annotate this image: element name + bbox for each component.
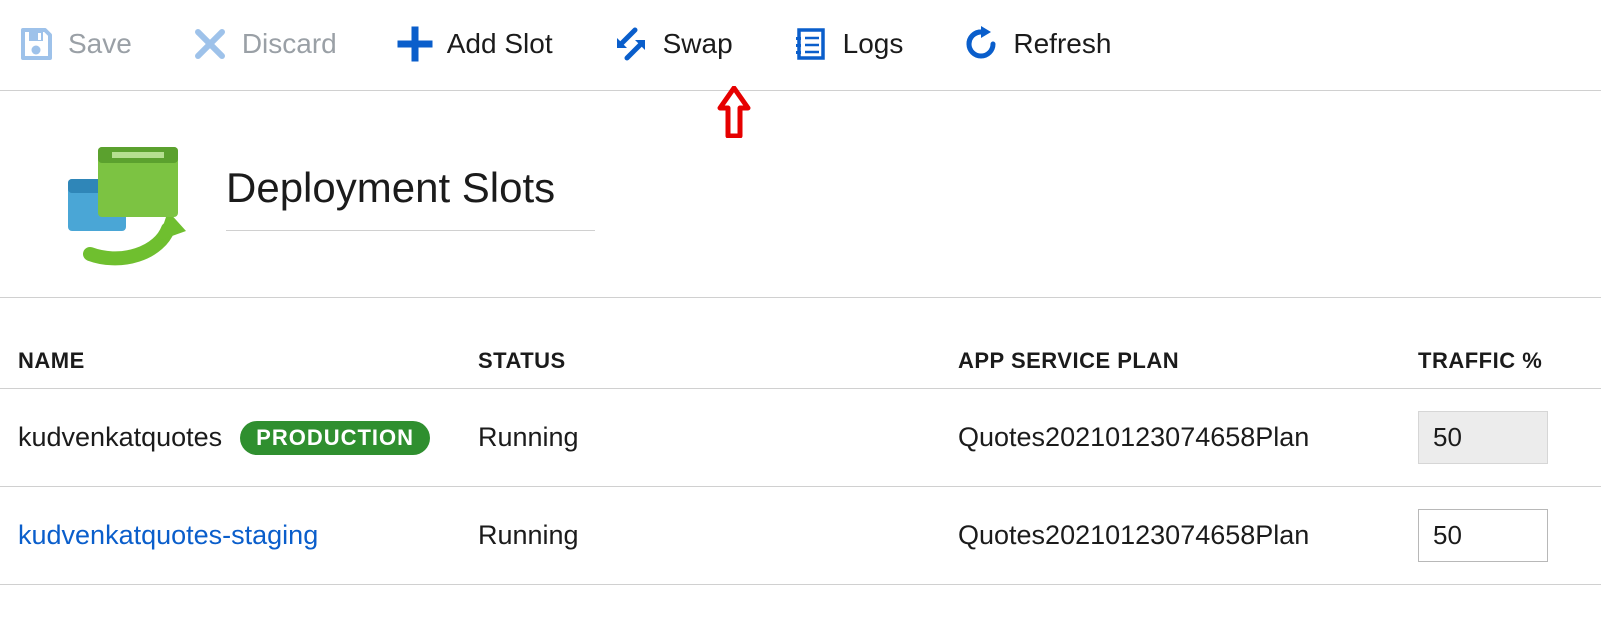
refresh-label: Refresh	[1013, 28, 1111, 60]
page-header: Deployment Slots	[0, 91, 1601, 298]
traffic-input	[1418, 411, 1548, 464]
discard-icon	[192, 26, 228, 62]
slots-table: NAME STATUS APP SERVICE PLAN TRAFFIC % k…	[0, 298, 1601, 585]
slot-status: Running	[478, 520, 958, 551]
production-badge: PRODUCTION	[240, 421, 430, 455]
slot-name-cell: kudvenkatquotes PRODUCTION	[18, 421, 478, 455]
discard-button: Discard	[192, 26, 337, 62]
col-name: NAME	[18, 348, 478, 374]
swap-label: Swap	[663, 28, 733, 60]
traffic-input[interactable]	[1418, 509, 1548, 562]
col-traffic: TRAFFIC %	[1418, 348, 1601, 374]
logs-label: Logs	[843, 28, 904, 60]
swap-button[interactable]: Swap	[613, 26, 733, 62]
col-plan: APP SERVICE PLAN	[958, 348, 1418, 374]
toolbar: Save Discard Add Slot	[0, 0, 1601, 91]
slot-traffic-cell	[1418, 411, 1601, 464]
slot-name-link[interactable]: kudvenkatquotes-staging	[18, 520, 478, 551]
slot-status: Running	[478, 422, 958, 453]
logs-button[interactable]: Logs	[793, 26, 904, 62]
table-row: kudvenkatquotes-staging Running Quotes20…	[0, 487, 1601, 585]
refresh-button[interactable]: Refresh	[963, 26, 1111, 62]
table-header-row: NAME STATUS APP SERVICE PLAN TRAFFIC %	[0, 298, 1601, 389]
add-slot-label: Add Slot	[447, 28, 553, 60]
slot-plan: Quotes20210123074658Plan	[958, 422, 1418, 453]
logs-icon	[793, 26, 829, 62]
save-label: Save	[68, 28, 132, 60]
save-icon	[18, 26, 54, 62]
deployment-slots-icon	[40, 119, 190, 269]
page-title: Deployment Slots	[226, 158, 595, 231]
slot-name: kudvenkatquotes	[18, 422, 222, 453]
refresh-icon	[963, 26, 999, 62]
table-row: kudvenkatquotes PRODUCTION Running Quote…	[0, 389, 1601, 487]
swap-icon	[613, 26, 649, 62]
discard-label: Discard	[242, 28, 337, 60]
slot-plan: Quotes20210123074658Plan	[958, 520, 1418, 551]
plus-icon	[397, 26, 433, 62]
add-slot-button[interactable]: Add Slot	[397, 26, 553, 62]
col-status: STATUS	[478, 348, 958, 374]
save-button: Save	[18, 26, 132, 62]
slot-traffic-cell	[1418, 509, 1601, 562]
